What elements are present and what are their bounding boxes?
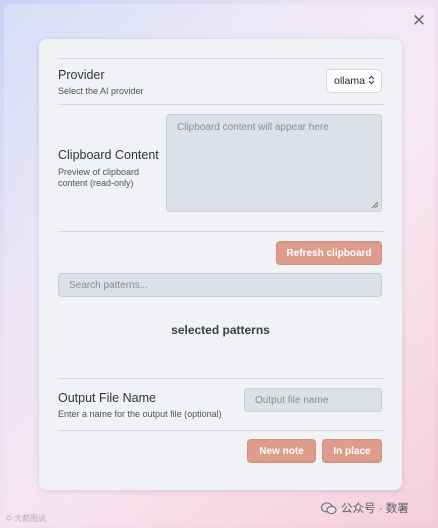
output-subtitle: Enter a name for the output file (option… bbox=[58, 409, 222, 419]
provider-title: Provider bbox=[58, 68, 105, 82]
close-icon[interactable]: ✕ bbox=[411, 12, 427, 29]
settings-panel: Provider Select the AI provider ollama C… bbox=[39, 39, 402, 490]
provider-select[interactable]: ollama bbox=[326, 69, 382, 93]
in-place-button[interactable]: In place bbox=[322, 439, 382, 463]
selected-patterns-label: selected patterns bbox=[171, 323, 270, 337]
provider-select-value: ollama bbox=[334, 75, 365, 87]
divider bbox=[58, 378, 383, 379]
clipboard-placeholder: Clipboard content will appear here bbox=[177, 122, 329, 133]
output-placeholder: Output file name bbox=[255, 394, 329, 406]
chevron-updown-icon bbox=[368, 75, 375, 86]
watermark-right: 公众号 · 数署 bbox=[321, 500, 409, 516]
output-file-name-input[interactable]: Output file name bbox=[244, 388, 382, 412]
output-title: Output File Name bbox=[58, 391, 156, 405]
clipboard-textarea[interactable]: Clipboard content will appear here bbox=[166, 114, 382, 212]
provider-subtitle: Select the AI provider bbox=[58, 86, 144, 96]
new-note-button[interactable]: New note bbox=[247, 439, 316, 463]
divider bbox=[58, 430, 383, 431]
refresh-clipboard-button[interactable]: Refresh clipboard bbox=[276, 241, 382, 265]
clipboard-title: Clipboard Content bbox=[58, 148, 159, 162]
clipboard-subtitle-line2: content (read-only) bbox=[58, 178, 134, 188]
resize-handle-icon[interactable] bbox=[371, 201, 379, 209]
divider bbox=[58, 58, 383, 59]
watermark-left: © 大都图说 bbox=[6, 514, 47, 523]
divider bbox=[58, 104, 383, 105]
watermark-right-text: 公众号 · 数署 bbox=[341, 503, 409, 515]
search-placeholder: Search patterns... bbox=[69, 279, 148, 291]
search-patterns-input[interactable]: Search patterns... bbox=[58, 273, 382, 297]
divider bbox=[58, 231, 383, 232]
wechat-icon bbox=[321, 501, 337, 514]
